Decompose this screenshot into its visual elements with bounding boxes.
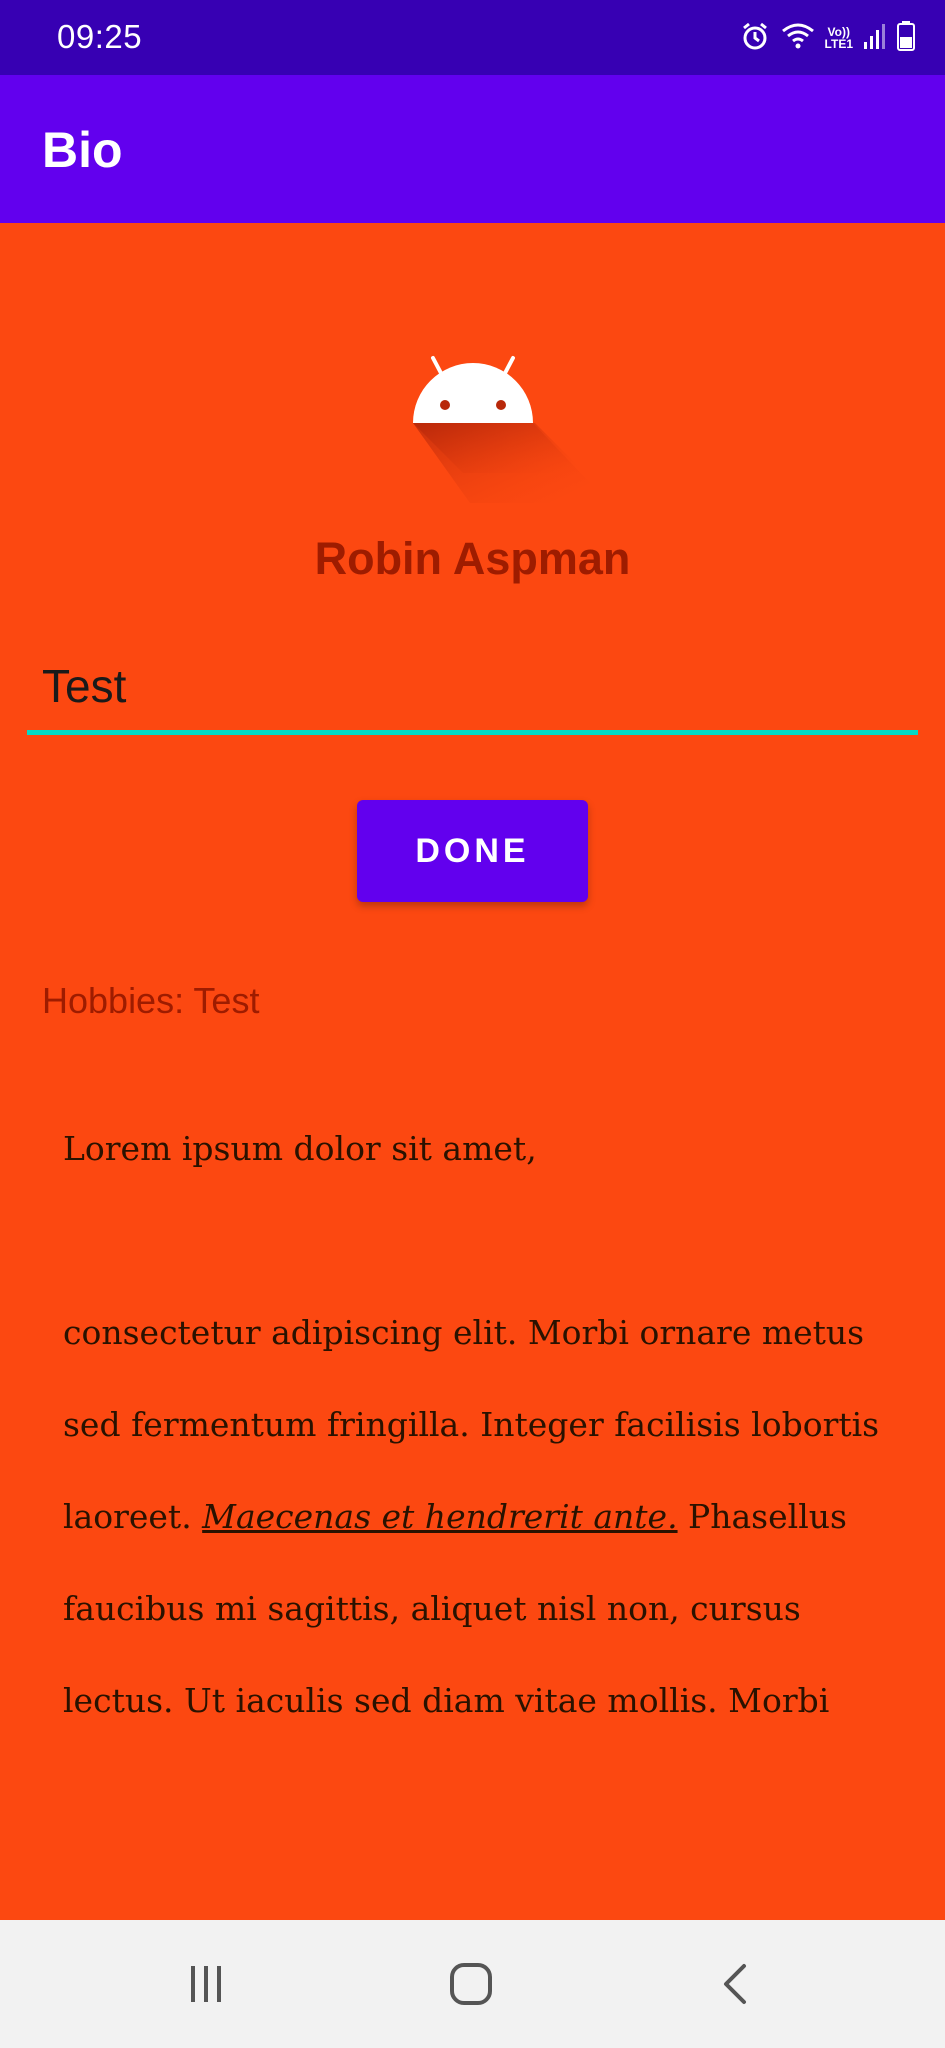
bio-content[interactable]: Robin Aspman Test DONE Hobbies: Test Lor…: [0, 223, 945, 1920]
alarm-icon: [739, 20, 771, 57]
status-bar: 09:25 Vo)) LTE1: [0, 0, 945, 75]
lte-label: LTE1: [824, 37, 853, 51]
status-time: 09:25: [57, 18, 143, 55]
app-bar: Bio: [0, 75, 945, 223]
battery-icon: [897, 20, 915, 56]
bio-emphasis: Maecenas et hendrerit ante.: [202, 1497, 678, 1536]
navigation-bar: [0, 1920, 945, 2048]
bio-first-line: Lorem ipsum dolor sit amet,: [63, 1129, 537, 1168]
bio-paragraph: consectetur adipiscing elit. Morbi ornar…: [63, 1287, 913, 1773]
done-button[interactable]: DONE: [357, 800, 588, 902]
wifi-icon: [781, 21, 815, 56]
hobby-input[interactable]: Test: [27, 651, 918, 735]
hobbies-text: Hobbies: Test: [42, 980, 260, 1021]
profile-name: Robin Aspman: [314, 533, 631, 584]
android-logo-icon: [380, 313, 590, 508]
status-icons: Vo)) LTE1: [739, 18, 915, 58]
hobby-input-value[interactable]: Test: [42, 659, 126, 713]
back-icon[interactable]: [706, 1954, 766, 2014]
bio-part2: Phasellus faucibus mi sagittis, aliquet …: [63, 1497, 847, 1720]
volte-lte-icon: Vo)) LTE1: [825, 26, 853, 50]
bio-text: Lorem ipsum dolor sit amet, consectetur …: [63, 1103, 913, 1773]
app-title: Bio: [42, 122, 123, 178]
home-icon[interactable]: [441, 1954, 501, 2014]
signal-icon: [863, 22, 887, 55]
recent-apps-icon[interactable]: [176, 1954, 236, 2014]
